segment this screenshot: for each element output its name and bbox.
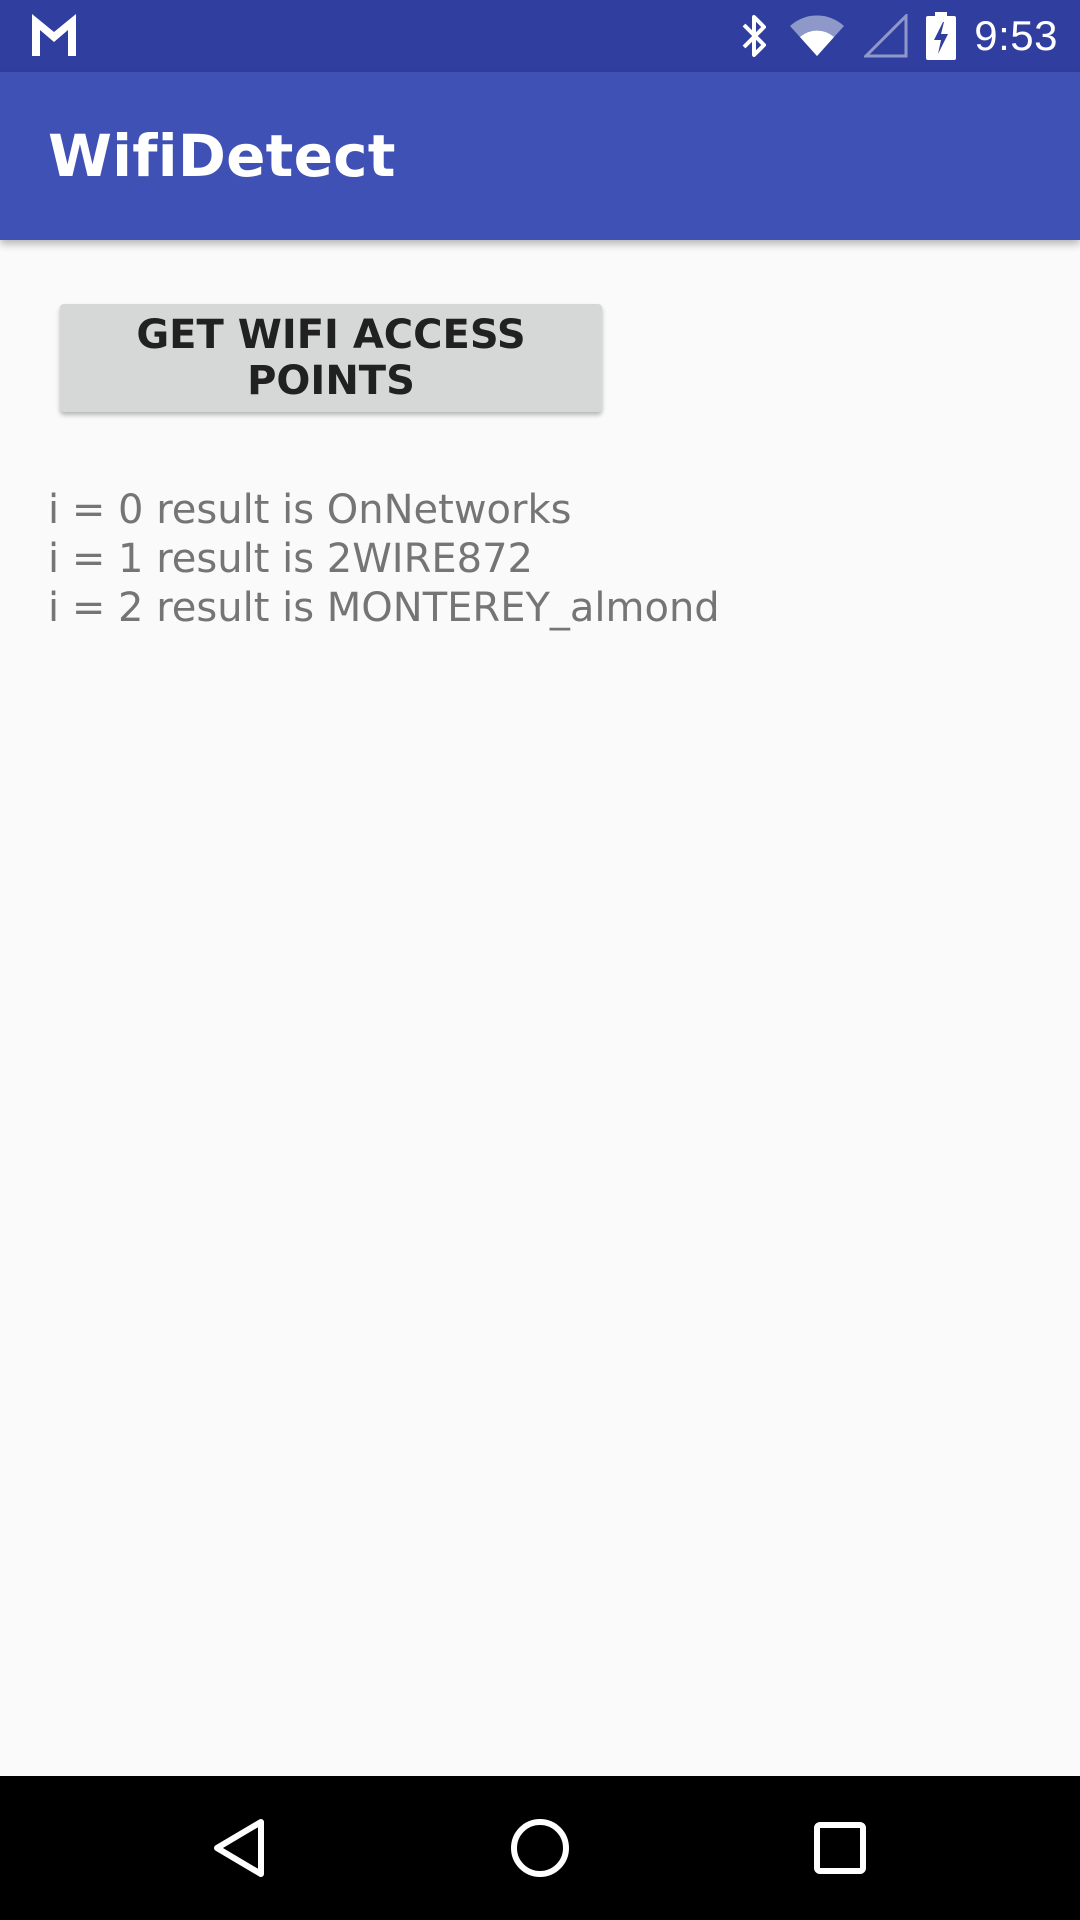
results-list: i = 0 result is OnNetworks i = 1 result …	[48, 486, 720, 633]
gmail-icon	[32, 14, 76, 56]
battery-charging-icon	[926, 12, 957, 60]
result-line: i = 2 result is MONTEREY_almond	[48, 585, 720, 631]
result-line: i = 0 result is OnNetworks	[48, 487, 572, 533]
get-wifi-access-points-button[interactable]: GET WIFI ACCESS POINTS	[60, 304, 602, 412]
status-icons: 9:53	[740, 0, 1058, 72]
bluetooth-icon	[742, 15, 767, 57]
main-content: GET WIFI ACCESS POINTS i = 0 result is O…	[0, 240, 1080, 1776]
navigation-bar	[0, 1776, 1080, 1920]
notification-area	[32, 14, 76, 61]
back-icon[interactable]	[201, 1808, 281, 1888]
status-bar: 9:53	[0, 0, 1080, 72]
app-title: WifiDetect	[48, 122, 396, 190]
home-icon[interactable]	[500, 1808, 580, 1888]
wifi-icon	[790, 15, 845, 56]
status-time: 9:53	[974, 12, 1058, 59]
recents-icon[interactable]	[800, 1808, 880, 1888]
result-line: i = 1 result is 2WIRE872	[48, 536, 533, 582]
cell-signal-icon	[864, 14, 908, 58]
app-bar: WifiDetect	[0, 72, 1080, 240]
